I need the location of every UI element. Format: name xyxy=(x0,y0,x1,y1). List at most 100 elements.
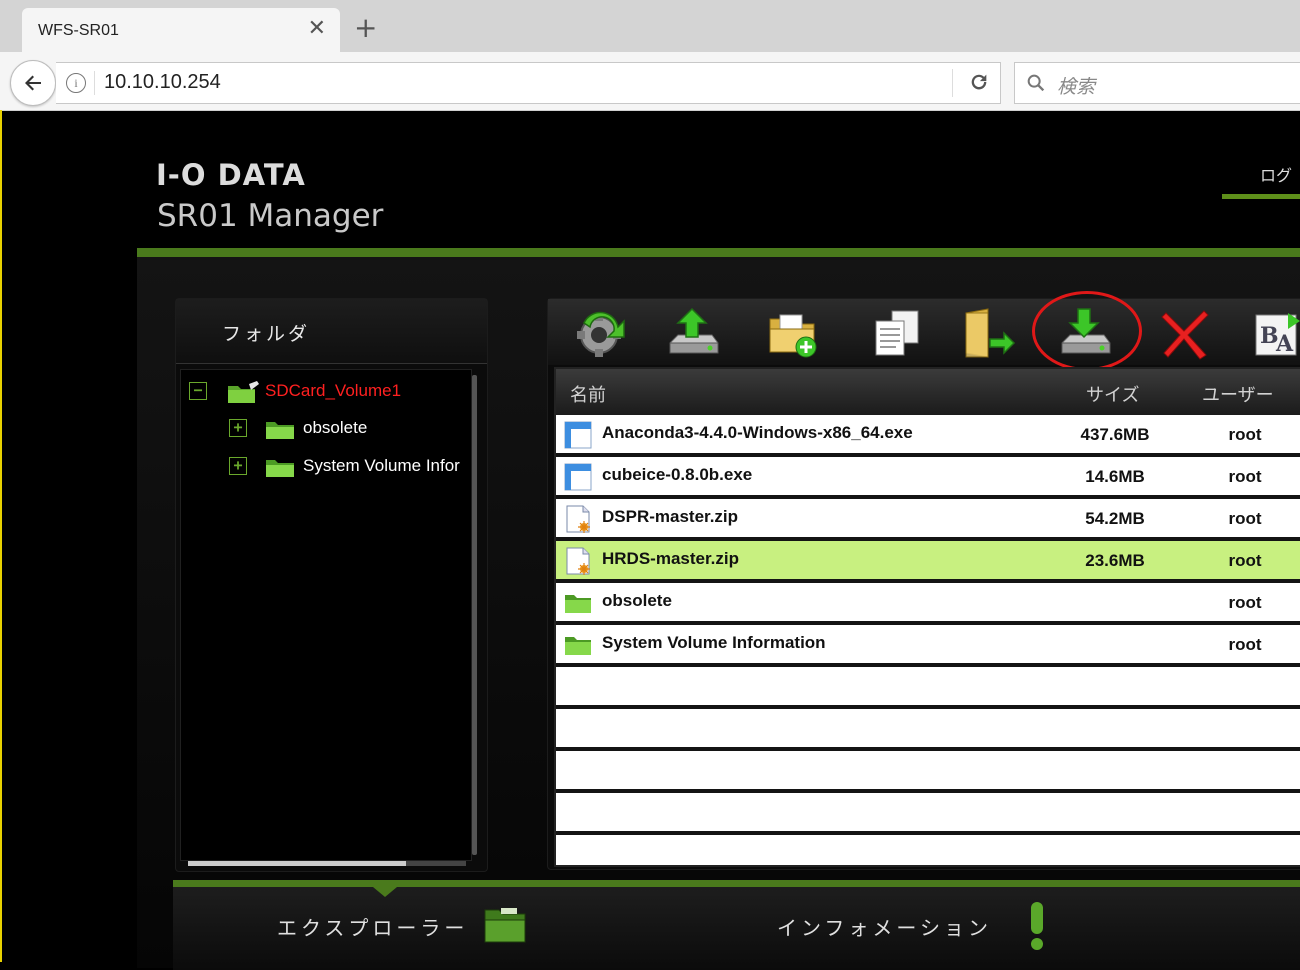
search-icon xyxy=(1027,74,1045,92)
file-user: root xyxy=(1228,593,1262,612)
tab-close-icon[interactable]: ✕ xyxy=(308,18,326,40)
delete-icon xyxy=(1161,310,1209,360)
file-user: root xyxy=(1228,635,1262,654)
reload-icon[interactable] xyxy=(968,71,990,93)
explorer-folder-icon xyxy=(484,908,526,943)
address-bar[interactable]: i 10.10.10.254 xyxy=(56,62,1001,104)
empty-file-row xyxy=(556,793,1300,835)
download-highlight-ring xyxy=(1032,291,1142,371)
nav-explorer[interactable]: エクスプローラー xyxy=(277,906,537,952)
file-size: 54.2MB xyxy=(1085,509,1145,528)
back-button[interactable] xyxy=(10,60,56,106)
file-name[interactable]: DSPR-master.zip xyxy=(602,507,738,527)
upload-icon xyxy=(669,307,719,354)
file-row[interactable]: System Volume Information root xyxy=(556,625,1300,667)
login-tab[interactable]: ログ xyxy=(1222,158,1300,199)
empty-file-row xyxy=(556,667,1300,709)
new-tab-button[interactable]: + xyxy=(354,14,377,42)
folder-panel-title: フォルダ xyxy=(222,323,311,345)
file-size: 23.6MB xyxy=(1085,551,1145,570)
svg-text:A: A xyxy=(1275,331,1294,357)
nav-explorer-label: エクスプローラー xyxy=(277,916,469,940)
browser-tab[interactable]: WFS-SR01 ✕ xyxy=(22,8,340,54)
column-header-user[interactable]: ユーザー xyxy=(1202,381,1274,407)
file-row[interactable]: obsolete root xyxy=(556,583,1300,625)
file-name[interactable]: cubeice-0.8.0b.exe xyxy=(602,465,752,485)
tree-node-root[interactable]: − SDCard_Volume1 xyxy=(189,380,469,408)
column-header-name[interactable]: 名前 xyxy=(570,381,606,407)
reload-divider xyxy=(952,69,953,97)
tree-label-sdcard[interactable]: SDCard_Volume1 xyxy=(265,381,401,401)
exe-file-icon xyxy=(564,463,592,491)
window-edge xyxy=(0,110,2,962)
collapse-icon[interactable]: − xyxy=(189,382,207,400)
app-title: SR01 Manager xyxy=(157,198,384,234)
tree-node-system-volume[interactable]: + System Volume Infor xyxy=(229,455,471,483)
tree-label-obsolete[interactable]: obsolete xyxy=(303,418,367,438)
file-user: root xyxy=(1228,467,1262,486)
delete-button[interactable] xyxy=(1156,305,1214,361)
nav-information[interactable]: インフォメーション xyxy=(777,902,1077,952)
file-name[interactable]: Anaconda3-4.4.0-Windows-x86_64.exe xyxy=(602,423,913,443)
new-folder-icon xyxy=(769,314,817,358)
expand-icon[interactable]: + xyxy=(229,419,247,437)
search-box[interactable]: 検索 xyxy=(1014,62,1300,104)
file-row[interactable]: HRDS-master.zip 23.6MB root xyxy=(556,541,1300,583)
url-text[interactable]: 10.10.10.254 xyxy=(104,71,221,94)
file-row[interactable]: cubeice-0.8.0b.exe 14.6MB root xyxy=(556,457,1300,499)
column-header-size[interactable]: サイズ xyxy=(1086,381,1139,407)
tree-horizontal-scrollbar[interactable] xyxy=(188,861,466,866)
search-placeholder: 検索 xyxy=(1057,76,1096,98)
upload-button[interactable] xyxy=(664,305,722,361)
bottom-nav: エクスプローラー インフォメーション xyxy=(173,880,1300,970)
folder-panel: フォルダ − SDCard_Volume1 + obsolete + Syste… xyxy=(175,298,488,872)
folder-icon xyxy=(564,631,592,659)
expand-icon[interactable]: + xyxy=(229,457,247,475)
folder-icon xyxy=(564,589,592,617)
refresh-icon xyxy=(577,311,625,357)
tree-scroll-thumb[interactable] xyxy=(188,861,406,866)
file-size: 14.6MB xyxy=(1085,467,1145,486)
rename-button[interactable]: B A xyxy=(1252,305,1300,361)
move-icon xyxy=(965,308,1016,358)
tab-title: WFS-SR01 xyxy=(38,22,119,39)
folder-icon xyxy=(266,422,294,439)
refresh-button[interactable] xyxy=(572,305,630,361)
folder-icon xyxy=(266,460,294,477)
url-divider xyxy=(94,71,95,95)
tree-label-system-volume[interactable]: System Volume Infor xyxy=(303,456,460,476)
file-list: 名前 サイズ ユーザー Anaconda3-4.4.0-Windows-x86_… xyxy=(554,367,1300,867)
browser-toolbar: i 10.10.10.254 検索 xyxy=(0,52,1300,111)
file-user: root xyxy=(1228,509,1262,528)
header-accent-bar xyxy=(137,248,1300,257)
bottom-accent-bar xyxy=(173,880,1300,887)
info-icon[interactable]: i xyxy=(66,73,86,93)
file-name[interactable]: System Volume Information xyxy=(602,633,826,653)
file-row[interactable]: DSPR-master.zip 54.2MB root xyxy=(556,499,1300,541)
tab-strip: WFS-SR01 ✕ + xyxy=(0,0,1300,54)
file-name[interactable]: obsolete xyxy=(602,591,672,611)
file-panel: B A 名前 サイズ ユーザー Anaconda3-4.4.0-Windows-… xyxy=(547,291,1300,870)
file-name[interactable]: HRDS-master.zip xyxy=(602,549,739,569)
login-tab-label: ログ xyxy=(1260,166,1293,185)
file-user: root xyxy=(1228,551,1262,570)
sdcard-folder-icon xyxy=(228,381,259,403)
file-row[interactable]: Anaconda3-4.4.0-Windows-x86_64.exe 437.6M… xyxy=(556,415,1300,457)
copy-button[interactable] xyxy=(868,305,926,361)
folder-panel-header: フォルダ xyxy=(176,299,487,364)
folder-tree: − SDCard_Volume1 + obsolete + System Vol… xyxy=(180,369,472,861)
file-size: 437.6MB xyxy=(1080,425,1150,444)
move-button[interactable] xyxy=(960,305,1018,361)
exclamation-icon xyxy=(1031,902,1043,950)
file-user: root xyxy=(1228,425,1262,444)
brand-logo: I-O DATA xyxy=(156,158,306,192)
rename-icon: B A xyxy=(1255,313,1300,357)
action-toolbar: B A xyxy=(548,291,1300,371)
tree-vertical-scrollbar[interactable] xyxy=(472,375,477,855)
empty-file-row xyxy=(556,751,1300,793)
new-folder-button[interactable] xyxy=(766,305,824,361)
file-list-header: 名前 サイズ ユーザー xyxy=(556,369,1300,415)
tree-node-obsolete[interactable]: + obsolete xyxy=(229,417,469,445)
zip-file-icon xyxy=(564,547,592,575)
main-area: フォルダ − SDCard_Volume1 + obsolete + Syste… xyxy=(137,248,1300,970)
